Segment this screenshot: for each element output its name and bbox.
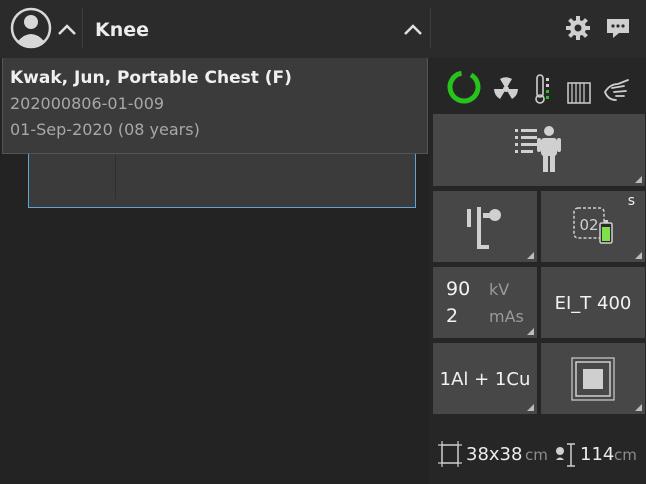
patient-dob: 01-Sep-2020 (08 years): [10, 120, 200, 139]
dropdown-corner: [635, 252, 642, 259]
patient-collapse-button[interactable]: [55, 18, 79, 42]
top-bar: Knee: [0, 0, 646, 58]
filter-tile[interactable]: 1Al + 1Cu: [433, 343, 537, 414]
filter-value: 1Al + 1Cu: [439, 369, 531, 390]
sid-value: 114: [580, 444, 615, 465]
exam-title[interactable]: Knee: [95, 19, 149, 41]
divider: [82, 8, 83, 48]
grid-icon: [567, 82, 591, 104]
ready-ring-icon: [447, 70, 481, 104]
exam-collapse-button[interactable]: [401, 18, 425, 42]
chat-icon: [607, 19, 629, 38]
patient-position-icon: [515, 126, 561, 172]
field-size-icon: [438, 441, 462, 467]
detector-battery-icon: 02: [573, 207, 613, 244]
kv-unit: kV: [489, 280, 510, 299]
dropdown-corner: [527, 404, 534, 411]
patient-info-popup: Kwak, Jun, Portable Chest (F) 202000806-…: [2, 58, 428, 154]
chevron-up-icon: [404, 24, 422, 35]
sid-unit: cm: [614, 446, 637, 464]
collimator-icon: [571, 357, 615, 401]
gear-icon: [566, 16, 590, 40]
chevron-up-icon: [58, 24, 76, 35]
radiation-icon: [494, 77, 518, 99]
dropdown-corner: [635, 404, 642, 411]
dropdown-corner: [527, 252, 534, 259]
hand-icon: [604, 79, 629, 101]
patient-position-tile[interactable]: [433, 114, 645, 186]
settings-button[interactable]: [565, 15, 591, 41]
svg-text:02: 02: [579, 216, 598, 234]
patient-avatar-button[interactable]: [8, 5, 54, 51]
wall-stand-tile[interactable]: [433, 191, 537, 262]
exposure-index-tile[interactable]: EI_T 400: [541, 267, 645, 338]
exposure-settings-tile[interactable]: 90 kV 2 mAs: [433, 267, 537, 338]
patient-name: Kwak, Jun, Portable Chest (F): [10, 68, 292, 88]
detector-badge: s: [627, 193, 635, 209]
avatar-icon: [10, 7, 52, 49]
mas-unit: mAs: [489, 307, 524, 326]
wall-stand-icon: [467, 207, 501, 249]
sid-icon: [556, 443, 575, 467]
dropdown-corner: [527, 328, 534, 335]
status-row: [429, 60, 646, 110]
field-size-unit: cm: [525, 446, 548, 464]
divider: [430, 8, 431, 48]
mas-value: 2: [446, 305, 459, 327]
thermometer-icon: [535, 74, 549, 104]
dropdown-corner: [635, 176, 642, 183]
kv-value: 90: [446, 278, 471, 300]
messages-button[interactable]: [605, 16, 631, 40]
geometry-info: 38x38 cm 114 cm: [433, 436, 645, 472]
field-size-value: 38x38: [466, 444, 523, 465]
exposure-index: EI_T 400: [554, 293, 632, 314]
detector-tile[interactable]: s 02: [541, 191, 645, 262]
collimator-tile[interactable]: [541, 343, 645, 414]
patient-id: 202000806-01-009: [10, 94, 165, 113]
